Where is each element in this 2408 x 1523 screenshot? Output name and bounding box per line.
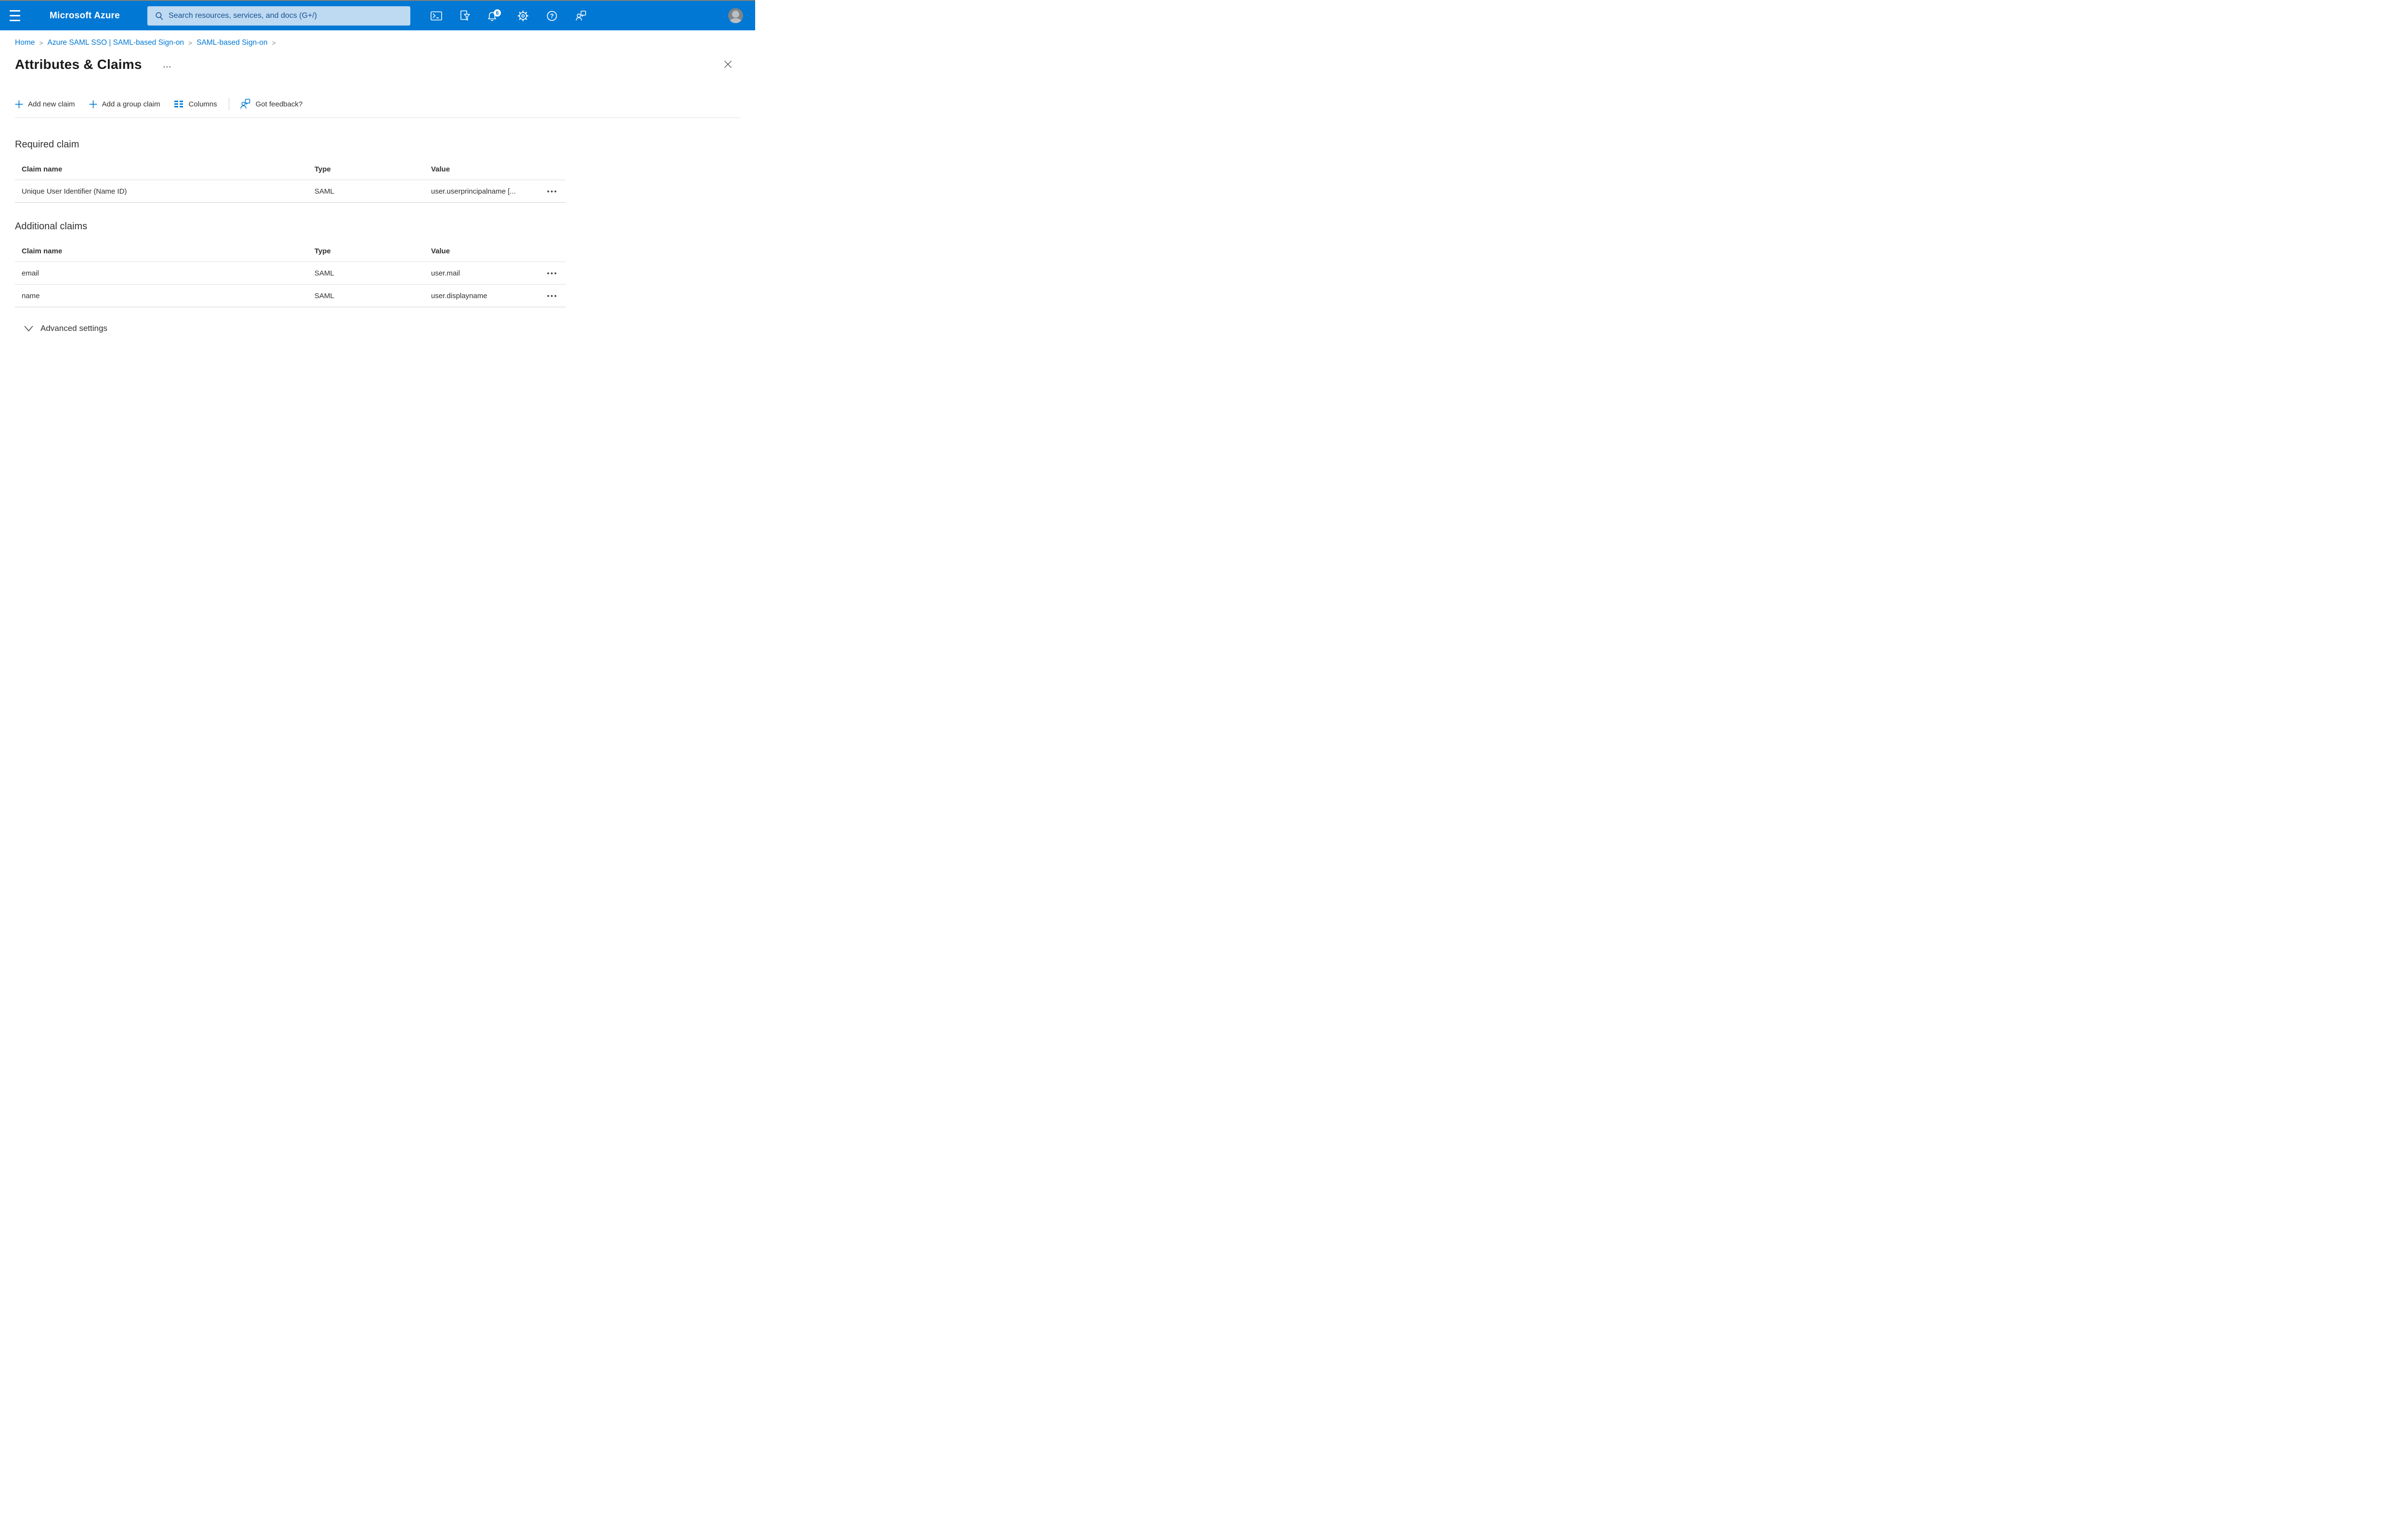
- command-bar: Add new claim Add a group claim Columns …: [15, 96, 740, 112]
- page-title: Attributes & Claims: [15, 57, 142, 72]
- column-header-claim-name: Claim name: [22, 247, 63, 255]
- search-icon: [156, 12, 163, 20]
- table-row[interactable]: name SAML user.displayname •••: [15, 285, 566, 307]
- column-header-value: Value: [431, 165, 450, 173]
- breadcrumb-separator: >: [272, 39, 276, 47]
- column-header-type: Type: [314, 165, 331, 173]
- page-header: Attributes & Claims ···: [15, 57, 740, 72]
- settings-gear-icon[interactable]: [515, 8, 531, 24]
- claim-value-cell: user.displayname: [431, 291, 487, 300]
- avatar[interactable]: [728, 8, 743, 23]
- table-body: Unique User Identifier (Name ID) SAML us…: [15, 180, 566, 203]
- global-search: [147, 6, 410, 26]
- help-icon[interactable]: ?: [544, 8, 560, 24]
- table-header-row: Claim name Type Value: [15, 158, 566, 180]
- feedback-icon[interactable]: [573, 8, 589, 24]
- advanced-settings-label: Advanced settings: [40, 324, 107, 333]
- chevron-down-icon: [24, 326, 33, 331]
- required-claim-heading: Required claim: [15, 139, 79, 150]
- table-body: email SAML user.mail ••• name SAML user.…: [15, 262, 566, 307]
- advanced-settings-toggle[interactable]: Advanced settings: [24, 324, 107, 333]
- notifications-bell-icon[interactable]: 6: [486, 8, 502, 24]
- hamburger-menu-icon[interactable]: [10, 10, 20, 21]
- breadcrumb-link-home[interactable]: Home: [15, 39, 35, 47]
- column-header-value: Value: [431, 247, 450, 255]
- claim-name-cell: name: [22, 291, 40, 300]
- row-menu-button[interactable]: •••: [539, 187, 566, 195]
- directory-filter-icon[interactable]: [458, 8, 473, 24]
- add-group-claim-button[interactable]: Add a group claim: [89, 100, 160, 108]
- required-claim-table: Claim name Type Value Unique User Identi…: [15, 158, 566, 203]
- columns-button[interactable]: Columns: [174, 100, 217, 108]
- row-menu-button[interactable]: •••: [539, 269, 566, 277]
- table-row[interactable]: Unique User Identifier (Name ID) SAML us…: [15, 180, 566, 203]
- feedback-person-icon: [240, 99, 250, 109]
- breadcrumb-link-app[interactable]: Azure SAML SSO | SAML-based Sign-on: [48, 39, 184, 47]
- column-header-type: Type: [314, 247, 331, 255]
- search-input[interactable]: [168, 11, 405, 21]
- row-menu-button[interactable]: •••: [539, 292, 566, 300]
- claim-type-cell: SAML: [314, 291, 334, 300]
- breadcrumb-separator: >: [39, 39, 43, 47]
- additional-claims-table: Claim name Type Value email SAML user.ma…: [15, 240, 566, 307]
- notification-badge-count: 6: [496, 11, 498, 16]
- add-new-claim-label: Add new claim: [28, 100, 75, 108]
- got-feedback-button[interactable]: Got feedback?: [239, 98, 303, 110]
- table-header-row: Claim name Type Value: [15, 240, 566, 262]
- svg-text:?: ?: [550, 13, 554, 20]
- columns-icon: [174, 101, 183, 107]
- table-row[interactable]: email SAML user.mail •••: [15, 262, 566, 285]
- brand-title[interactable]: Microsoft Azure: [50, 1, 120, 30]
- claim-value-cell: user.mail: [431, 269, 460, 277]
- additional-claims-heading: Additional claims: [15, 221, 88, 232]
- title-context-menu-icon[interactable]: ···: [163, 59, 172, 71]
- cloud-shell-icon[interactable]: [429, 8, 444, 24]
- breadcrumb: Home > Azure SAML SSO | SAML-based Sign-…: [15, 39, 740, 47]
- claim-value-cell: user.userprincipalname [...: [431, 187, 516, 196]
- azure-portal-window: Microsoft Azure Search resources, servic…: [0, 0, 755, 382]
- claim-name-cell: Unique User Identifier (Name ID): [22, 187, 127, 196]
- claim-type-cell: SAML: [314, 187, 334, 196]
- blade-content: Home > Azure SAML SSO | SAML-based Sign-…: [0, 39, 755, 333]
- top-bar: Microsoft Azure Search resources, servic…: [0, 1, 755, 30]
- breadcrumb-link-sso[interactable]: SAML-based Sign-on: [196, 39, 267, 47]
- breadcrumb-separator: >: [188, 39, 193, 47]
- plus-icon: [89, 100, 97, 108]
- plus-icon: [15, 100, 23, 108]
- claim-type-cell: SAML: [314, 269, 334, 277]
- got-feedback-label: Got feedback?: [255, 100, 303, 108]
- columns-label: Columns: [188, 100, 217, 108]
- close-icon[interactable]: [722, 58, 733, 70]
- add-new-claim-button[interactable]: Add new claim: [15, 100, 75, 108]
- add-group-claim-label: Add a group claim: [102, 100, 160, 108]
- column-header-claim-name: Claim name: [22, 165, 63, 173]
- claim-name-cell: email: [22, 269, 39, 277]
